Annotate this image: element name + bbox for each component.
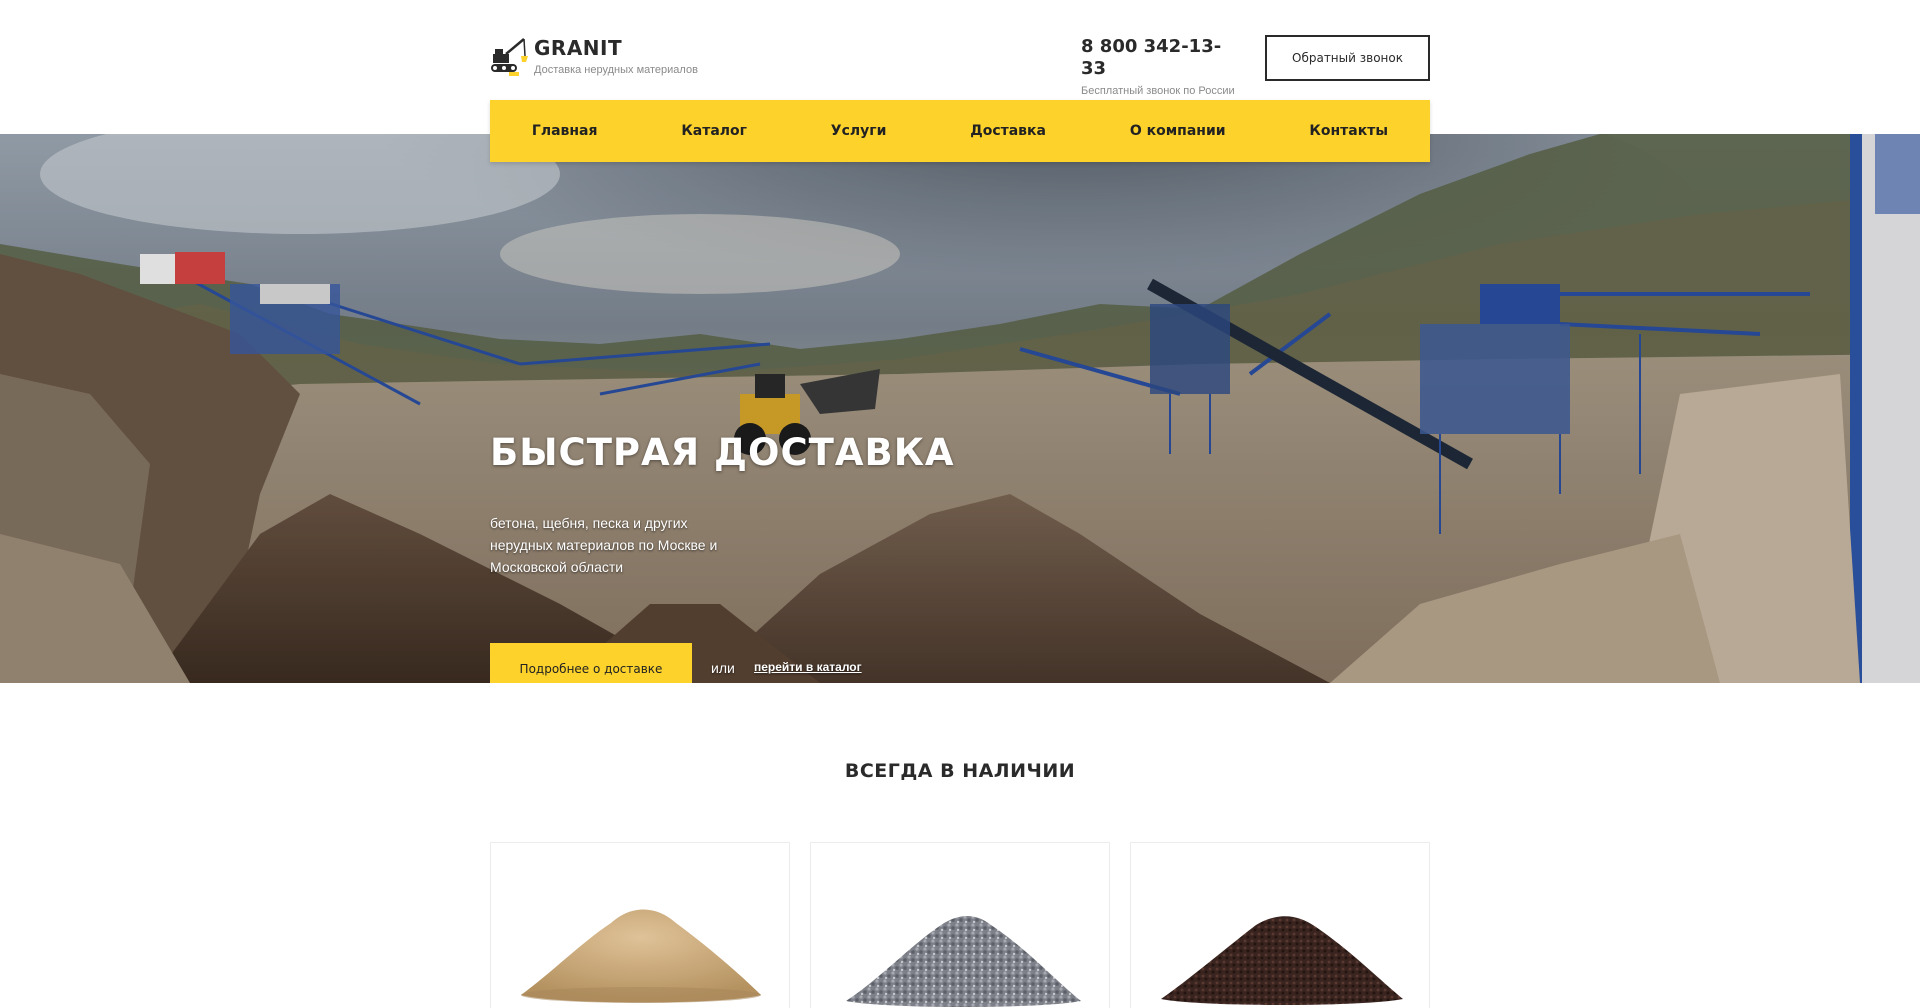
phone-number[interactable]: 8 800 342-13-33 [1081, 36, 1241, 80]
product-card-gravel[interactable] [810, 842, 1110, 1008]
nav-item-services[interactable]: Услуги [821, 115, 897, 147]
soil-pile-image [1161, 916, 1403, 1005]
gravel-pile-image [846, 916, 1081, 1007]
nav-item-contacts[interactable]: Контакты [1299, 115, 1398, 147]
product-card-soil[interactable] [1130, 842, 1430, 1008]
hero-title: БЫСТРАЯ ДОСТАВКА [490, 431, 955, 474]
nav-item-catalog[interactable]: Каталог [671, 115, 757, 147]
phone-note: Бесплатный звонок по России [1081, 85, 1235, 97]
nav-item-home[interactable]: Главная [522, 115, 608, 147]
phone-block: 8 800 342-13-33 Бесплатный звонок по Рос… [1081, 36, 1241, 97]
nav-item-about[interactable]: О компании [1120, 115, 1236, 147]
main-nav: Главная Каталог Услуги Доставка О компан… [490, 100, 1430, 162]
excavator-logo-icon [491, 38, 528, 76]
hero-banner: БЫСТРАЯ ДОСТАВКА бетона, щебня, песка и … [0, 134, 1920, 683]
brand-name: GRANIT [534, 36, 623, 60]
product-card-sand[interactable] [490, 842, 790, 1008]
brand-tagline: Доставка нерудных материалов [534, 64, 698, 76]
quarry-background-image [0, 134, 1920, 683]
callback-button[interactable]: Обратный звонок [1265, 35, 1430, 81]
section-title-in-stock: ВСЕГДА В НАЛИЧИИ [844, 760, 1076, 782]
product-cards [490, 842, 1430, 1008]
go-to-catalog-link[interactable]: перейти в каталог [754, 660, 862, 674]
delivery-details-button[interactable]: Подробнее о доставке [490, 643, 692, 683]
nav-item-delivery[interactable]: Доставка [960, 115, 1056, 147]
hero-or-text: или [711, 660, 735, 676]
logo[interactable]: GRANIT Доставка нерудных материалов [490, 34, 698, 78]
hero-description: бетона, щебня, песка и других нерудных м… [490, 515, 718, 575]
sand-pile-image [521, 909, 761, 1003]
